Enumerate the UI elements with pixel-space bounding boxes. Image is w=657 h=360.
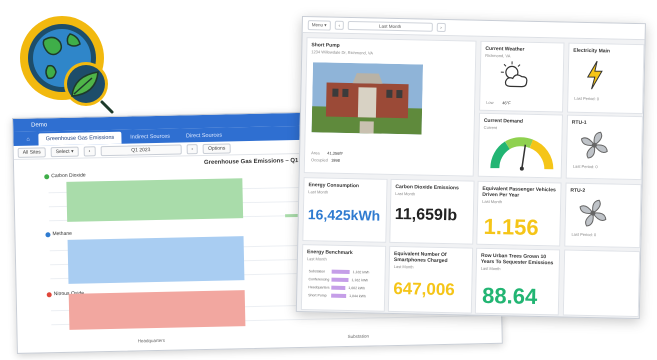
x-label-substation: Substation (347, 333, 369, 340)
rtu2-sub: Last Period: 0 (571, 231, 597, 238)
temperature: 46°F (502, 100, 511, 106)
co2-value: 11,659lb (394, 205, 458, 225)
fan-icon (579, 199, 607, 227)
smartphones-title: Equivalent Number Of Smartphones Charged (393, 250, 448, 265)
energy-value: 16,425kWh (307, 206, 381, 224)
weather-location: Richmond, VA (485, 52, 511, 59)
series-label-co2: Carbon Dioxide (44, 172, 86, 179)
smartphones-value: 647,006 (393, 278, 455, 300)
tab-greenhouse-gas-emissions[interactable]: Greenhouse Gas Emissions (38, 131, 122, 146)
series-name: Methane (52, 230, 72, 238)
benchmark-label: Headquarters (308, 285, 330, 290)
benchmark-label: Substation (308, 269, 326, 274)
period-selector[interactable]: Last Month (347, 20, 433, 32)
benchmark-value: 1,002 kWh (348, 286, 366, 291)
dashboard-toolbar: Menu ▾ ‹ Last Month › (302, 17, 645, 41)
bar-carbon-dioxide-headquarters[interactable] (66, 178, 244, 222)
fan-icon (580, 131, 608, 159)
demand-card[interactable]: Current Demand Current (477, 112, 563, 179)
home-icon[interactable]: ⌂ (19, 133, 37, 145)
prev-button[interactable]: ‹ (334, 20, 345, 30)
energy-sub: Last Month (308, 189, 329, 195)
menu-dropdown[interactable]: Menu ▾ (307, 19, 331, 31)
occupied-label: Occupied (310, 157, 328, 163)
chart-title: Greenhouse Gas Emissions – Q1 20 (203, 157, 307, 166)
smartphones-sub: Last Month (393, 263, 414, 270)
vehicles-value: 1.156 (483, 213, 539, 241)
trees-title: Row Urban Trees Grown 10 Years To Seques… (480, 252, 554, 267)
demand-gauge (490, 137, 554, 171)
benchmark-row: Conferencing 1,162 kWh (308, 277, 368, 282)
weather-card[interactable]: Current Weather Richmond, VA Low 46°F (479, 40, 565, 113)
series-name: Carbon Dioxide (51, 172, 86, 180)
benchmark-row: Short Pump 1,044 kWh (308, 293, 366, 298)
lightning-bolt-icon (586, 60, 603, 90)
building-photo (311, 62, 424, 135)
dashboard-window: Menu ▾ ‹ Last Month › Short Pump 1234 Wi… (295, 16, 646, 320)
prev-period-button[interactable]: ‹ (83, 145, 96, 157)
gauge-needle (521, 144, 527, 169)
benchmark-label: Conferencing (308, 277, 330, 282)
period-selector[interactable]: Q1 2023 (100, 143, 182, 156)
x-label-headquarters: Headquarters (137, 337, 166, 344)
vehicles-card[interactable]: Equivalent Passenger Vehicles Driven Per… (476, 180, 562, 247)
tab-indirect-sources[interactable]: Indirect Sources (123, 131, 177, 144)
options-button[interactable]: Options (202, 142, 231, 154)
benchmark-bar (331, 285, 346, 290)
meter-main-title: Electricity Main (573, 47, 611, 55)
next-button[interactable]: › (436, 22, 446, 33)
benchmark-row: Substation 1,182 kWh (309, 269, 370, 274)
rtu1-sub: Last Period: 0 (572, 163, 598, 170)
benchmark-value: 1,162 kWh (351, 278, 369, 283)
tab-direct-sources[interactable]: Direct Sources (179, 129, 229, 142)
empty-card (562, 249, 641, 318)
globe-leaf-logo (14, 10, 122, 118)
energy-card[interactable]: Energy Consumption Last Month 16,425kWh (302, 177, 388, 243)
benchmark-bar (331, 277, 349, 283)
bar-methane-headquarters[interactable] (67, 236, 245, 284)
benchmark-bar (331, 269, 350, 275)
all-sites-button[interactable]: All Sites (17, 146, 46, 158)
vehicles-sub: Last Month (482, 198, 503, 205)
series-label-methane: Methane (45, 231, 72, 238)
benchmark-bar (331, 293, 347, 298)
legend-dot (46, 291, 52, 297)
area-label: Area (311, 150, 320, 156)
app-name: Demo (31, 121, 48, 129)
rtu2-card[interactable]: RTU-2 Last Period: 0 (564, 182, 642, 249)
benchmark-card[interactable]: Energy Benchmark Last Month Substation 1… (300, 244, 387, 312)
legend-dot (44, 173, 50, 179)
co2-sub: Last Month (395, 190, 416, 197)
trees-sub: Last Month (480, 265, 501, 272)
rtu2-title: RTU-2 (570, 187, 586, 194)
bar-nitrous-oxide-headquarters[interactable] (68, 290, 246, 330)
legend-dot (45, 231, 51, 237)
occupied-value: 1998 (330, 157, 340, 163)
meter-main-sub: Last Period: 0 (574, 95, 600, 102)
rtu1-card[interactable]: RTU-1 Last Period: 0 (565, 114, 643, 181)
rtu1-title: RTU-1 (571, 119, 587, 126)
benchmark-value: 1,044 kWh (349, 294, 366, 299)
demand-subtitle: Current (483, 124, 498, 131)
vehicles-title: Equivalent Passenger Vehicles Driven Per… (482, 185, 556, 199)
low-label: Low (486, 99, 494, 106)
benchmark-value: 1,182 kWh (352, 270, 370, 275)
site-card[interactable]: Short Pump 1234 Willowdale Dr, Richmond,… (303, 37, 477, 177)
area-value: 41,356ft² (327, 150, 343, 156)
next-period-button[interactable]: › (186, 143, 199, 154)
select-dropdown[interactable]: Select ▾ (50, 146, 79, 157)
meter-main-card[interactable]: Electricity Main Last Period: 0 (567, 42, 645, 115)
trees-value: 88.64 (481, 282, 538, 309)
benchmark-sub: Last Month (306, 256, 327, 262)
smartphones-card[interactable]: Equivalent Number Of Smartphones Charged… (387, 245, 474, 314)
co2-card[interactable]: Carbon Dioxide Emissions Last Month 11,6… (389, 178, 475, 245)
benchmark-row: Headquarters 1,002 kWh (308, 285, 365, 290)
benchmark-label: Short Pump (308, 293, 327, 298)
trees-card[interactable]: Row Urban Trees Grown 10 Years To Seques… (474, 247, 561, 316)
partly-cloudy-icon (500, 61, 528, 88)
